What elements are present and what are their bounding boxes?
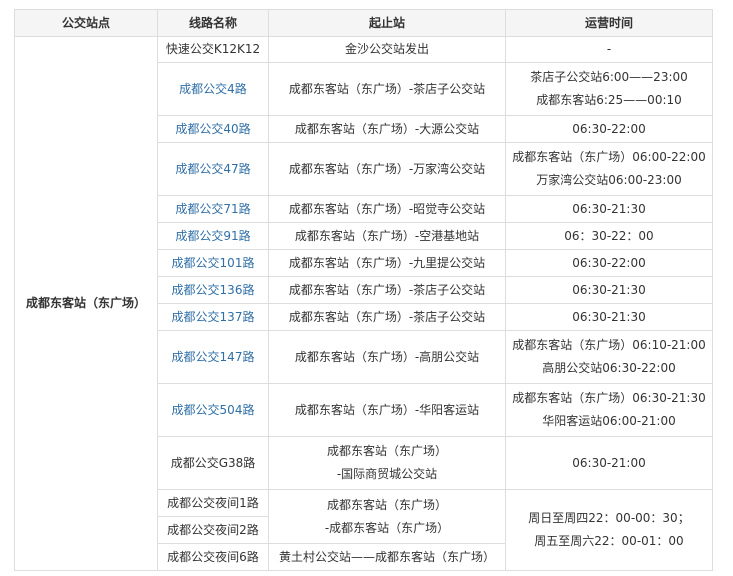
cell-line: 06:30-21:30 <box>572 309 646 324</box>
route-cell: 成都公交136路 <box>157 276 269 304</box>
hours-cell: 06:30-21:00 <box>505 436 713 490</box>
route-cell: 成都公交137路 <box>157 303 269 331</box>
terminals-cell: 成都东客站（东广场）-空港基地站 <box>268 222 506 250</box>
route-cell: 成都公交G38路 <box>157 436 269 490</box>
route-link[interactable]: 成都公交47路 <box>175 162 250 176</box>
header-stop: 公交站点 <box>14 9 158 37</box>
bus-stop-name: 成都东客站（东广场） <box>14 36 158 571</box>
route-name: 成都公交夜间1路 <box>157 489 269 517</box>
terminals-cell: 成都东客站（东广场）-高朋公交站 <box>268 330 506 384</box>
terminals-cell: 成都东客站（东广场）-九里提公交站 <box>268 249 506 277</box>
cell-line: 成都东客站（东广场）-高朋公交站 <box>294 349 480 364</box>
cell-line: 华阳客运站06:00-21:00 <box>542 414 676 428</box>
route-cell: 成都公交40路 <box>157 115 269 143</box>
hours-cell: - <box>505 36 713 63</box>
route-link[interactable]: 成都公交4路 <box>179 82 247 96</box>
table-row: 成都东客站（东广场） 快速公交K12K12 金沙公交站发出 - <box>14 36 713 571</box>
terminals-cell: 黄土村公交站——成都东客站（东广场） <box>268 543 506 571</box>
terminals-cell: 成都东客站（东广场） -国际商贸城公交站 <box>268 436 506 490</box>
route-cell: 成都公交147路 <box>157 330 269 384</box>
cell-line: 06：30-22：00 <box>564 228 654 243</box>
cell-line: 周日至周四22：00-00：30； <box>528 511 690 525</box>
route-link[interactable]: 成都公交147路 <box>172 350 255 364</box>
hours-cell: 06:30-21:30 <box>505 303 713 331</box>
cell-line: - <box>606 42 612 56</box>
hours-cell: 成都东客站（东广场）06:10-21:00 高朋公交站06:30-22:00 <box>505 330 713 384</box>
route-cell: 成都公交91路 <box>157 222 269 250</box>
header-route: 线路名称 <box>157 9 269 37</box>
terminals-cell: 成都东客站（东广场）-茶店子公交站 <box>268 303 506 331</box>
cell-line: 06:30-21:30 <box>572 201 646 216</box>
cell-line: 成都东客站（东广场）-昭觉寺公交站 <box>288 201 486 216</box>
cell-line: 成都东客站（东广场）-万家湾公交站 <box>288 161 486 176</box>
table-header-row: 公交站点 线路名称 起止站 运营时间 <box>14 9 713 37</box>
route-name: 成都公交G38路 <box>170 455 256 470</box>
hours-cell: 周日至周四22：00-00：30； 周五至周六22：00-01：00 <box>505 489 713 571</box>
hours-cell: 茶店子公交站6:00——23:00 成都东客站6:25——00:10 <box>505 62 713 116</box>
cell-line: 成都东客站（东广场）-茶店子公交站 <box>288 309 486 324</box>
route-link[interactable]: 成都公交136路 <box>172 283 255 297</box>
cell-line: 成都东客站（东广场） <box>326 497 447 512</box>
hours-cell: 06:30-22:00 <box>505 115 713 143</box>
cell-line: 06:30-21:00 <box>572 455 646 470</box>
route-cell: 成都公交4路 <box>157 62 269 116</box>
cell-line: 成都东客站（东广场）06:30-21:30 <box>512 391 706 405</box>
route-cell: 成都公交47路 <box>157 142 269 196</box>
cell-line: 万家湾公交站06:00-23:00 <box>536 173 682 187</box>
cell-line: 成都东客站（东广场）-大源公交站 <box>294 121 480 136</box>
cell-line: 高朋公交站06:30-22:00 <box>542 361 676 375</box>
route-link[interactable]: 成都公交101路 <box>172 256 255 270</box>
terminals-cell: 金沙公交站发出 <box>268 36 506 63</box>
terminals-cell: 成都东客站（东广场）-茶店子公交站 <box>268 276 506 304</box>
header-hours: 运营时间 <box>505 9 713 37</box>
route-link[interactable]: 成都公交40路 <box>175 122 250 136</box>
route-cell: 成都公交101路 <box>157 249 269 277</box>
header-terminals: 起止站 <box>268 9 506 37</box>
route-link[interactable]: 成都公交91路 <box>175 229 250 243</box>
cell-line: 成都东客站（东广场）-华阳客运站 <box>294 402 480 417</box>
cell-line: 金沙公交站发出 <box>344 42 429 56</box>
cell-line: 成都东客站（东广场）-茶店子公交站 <box>288 81 486 96</box>
cell-line: 成都东客站（东广场）06:00-22:00 <box>512 150 706 164</box>
hours-cell: 06:30-22:00 <box>505 249 713 277</box>
cell-line: 成都东客站（东广场） <box>326 444 447 458</box>
cell-line: -国际商贸城公交站 <box>336 467 438 481</box>
route-cell: 成都公交504路 <box>157 383 269 437</box>
terminals-cell: 成都东客站（东广场）-万家湾公交站 <box>268 142 506 196</box>
cell-line: -成都东客站（东广场） <box>324 520 450 535</box>
cell-line: 成都东客站（东广场）-空港基地站 <box>294 228 480 243</box>
cell-line: 成都东客站6:25——00:10 <box>536 93 682 107</box>
cell-line: 06:30-22:00 <box>572 255 646 270</box>
cell-line: 茶店子公交站6:00——23:00 <box>530 70 688 84</box>
hours-cell: 06:30-21:30 <box>505 195 713 223</box>
terminals-cell: 成都东客站（东广场）-茶店子公交站 <box>268 62 506 116</box>
cell-line: 成都东客站（东广场）-茶店子公交站 <box>288 282 486 297</box>
hours-cell: 成都东客站（东广场）06:00-22:00 万家湾公交站06:00-23:00 <box>505 142 713 196</box>
cell-line: 06:30-22:00 <box>572 121 646 136</box>
hours-cell: 06：30-22：00 <box>505 222 713 250</box>
terminals-cell: 成都东客站（东广场）-华阳客运站 <box>268 383 506 437</box>
route-name: 成都公交夜间6路 <box>157 543 269 571</box>
route-cell: 快速公交K12K12 <box>157 36 269 63</box>
terminals-cell: 成都东客站（东广场）-大源公交站 <box>268 115 506 143</box>
terminals-cell: 成都东客站（东广场）-昭觉寺公交站 <box>268 195 506 223</box>
cell-line: 周五至周六22：00-01：00 <box>534 534 684 548</box>
route-name: 成都公交夜间2路 <box>157 516 269 544</box>
route-link[interactable]: 成都公交137路 <box>172 310 255 324</box>
route-link[interactable]: 成都公交504路 <box>172 403 255 417</box>
route-name: 快速公交K12K12 <box>165 42 261 56</box>
cell-line: 成都东客站（东广场）-九里提公交站 <box>288 255 486 270</box>
cell-line: 成都东客站（东广场）06:10-21:00 <box>512 338 706 352</box>
bus-schedule-table: 公交站点 线路名称 起止站 运营时间 成都东客站（东广场） 快速公交K12K12 金… <box>14 9 713 571</box>
terminals-cell: 成都东客站（东广场） -成都东客站（东广场） <box>268 489 506 544</box>
route-cell: 成都公交71路 <box>157 195 269 223</box>
hours-cell: 成都东客站（东广场）06:30-21:30 华阳客运站06:00-21:00 <box>505 383 713 437</box>
cell-line: 06:30-21:30 <box>572 282 646 297</box>
route-link[interactable]: 成都公交71路 <box>175 202 250 216</box>
hours-cell: 06:30-21:30 <box>505 276 713 304</box>
